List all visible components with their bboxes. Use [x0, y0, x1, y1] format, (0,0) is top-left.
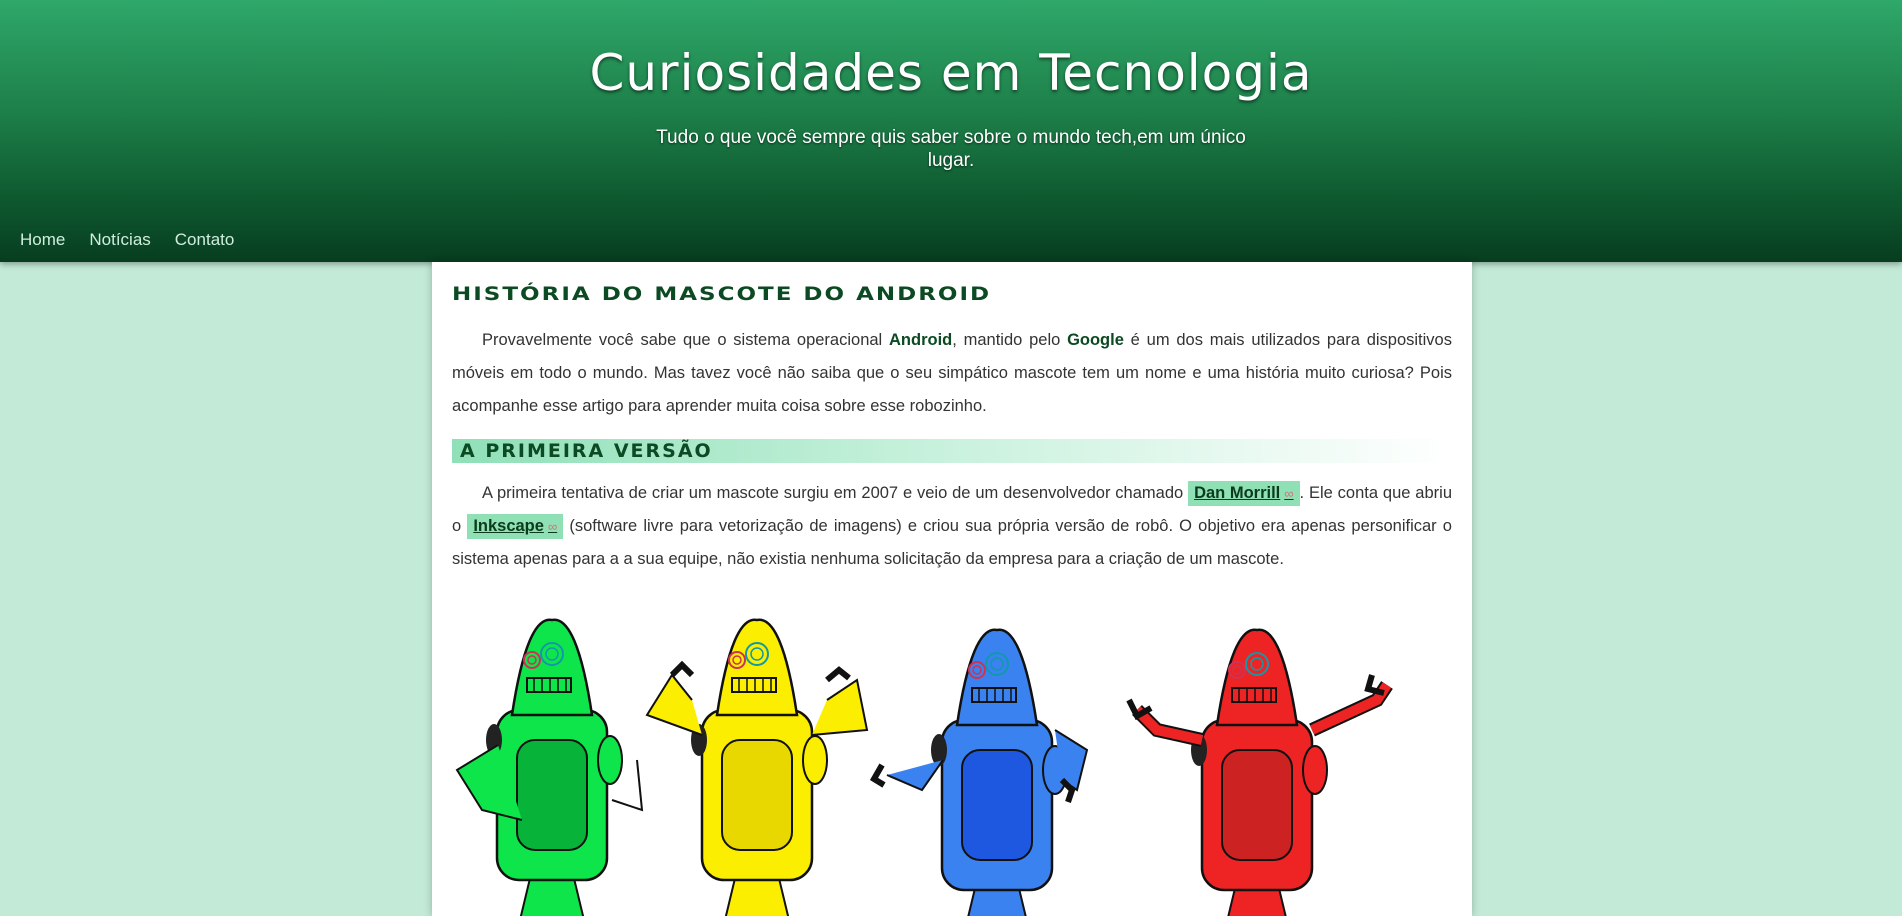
android-highlight: Android: [889, 331, 953, 349]
blue-robot: [869, 628, 1089, 916]
article-container: História do Mascote do Android Provavelm…: [432, 262, 1472, 916]
google-highlight: Google: [1067, 331, 1124, 349]
nav-home[interactable]: Home: [20, 230, 65, 250]
intro-text-2: , mantido pelo: [952, 331, 1068, 349]
inkscape-label: Inkscape: [473, 517, 544, 535]
inkscape-link[interactable]: Inkscape ∞: [467, 514, 564, 539]
section-paragraph: A primeira tentativa de criar um mascote…: [452, 477, 1452, 576]
section-text-1: A primeira tentativa de criar um mascote…: [482, 484, 1189, 502]
yellow-robot: [645, 618, 869, 916]
intro-paragraph: Provavelmente você sabe que o sistema op…: [452, 324, 1452, 423]
intro-text-1: Provavelmente você sabe que o sistema op…: [482, 331, 889, 349]
nav-contato[interactable]: Contato: [175, 230, 235, 250]
android-mascot-robots-image: [455, 618, 1393, 916]
section-title: A primeira versão: [452, 439, 1452, 463]
main-nav: Home Notícias Contato: [20, 230, 234, 250]
red-robot: [1126, 628, 1393, 916]
dan-morrill-link[interactable]: Dan Morrill ∞: [1188, 481, 1300, 506]
section-text-3: (software livre para vetorização de imag…: [452, 517, 1452, 568]
article-title: História do Mascote do Android: [452, 284, 992, 305]
site-title: Curiosidades em Tecnologia: [589, 44, 1313, 102]
site-subtitle: Tudo o que você sempre quis saber sobre …: [656, 127, 1246, 171]
site-header: Curiosidades em Tecnologia Tudo o que vo…: [0, 0, 1902, 262]
green-robot: [455, 618, 644, 916]
chain-link-icon: ∞: [547, 519, 558, 534]
chain-link-icon: ∞: [1284, 486, 1294, 501]
nav-noticias[interactable]: Notícias: [89, 230, 150, 250]
dan-morrill-label: Dan Morrill: [1194, 484, 1281, 502]
